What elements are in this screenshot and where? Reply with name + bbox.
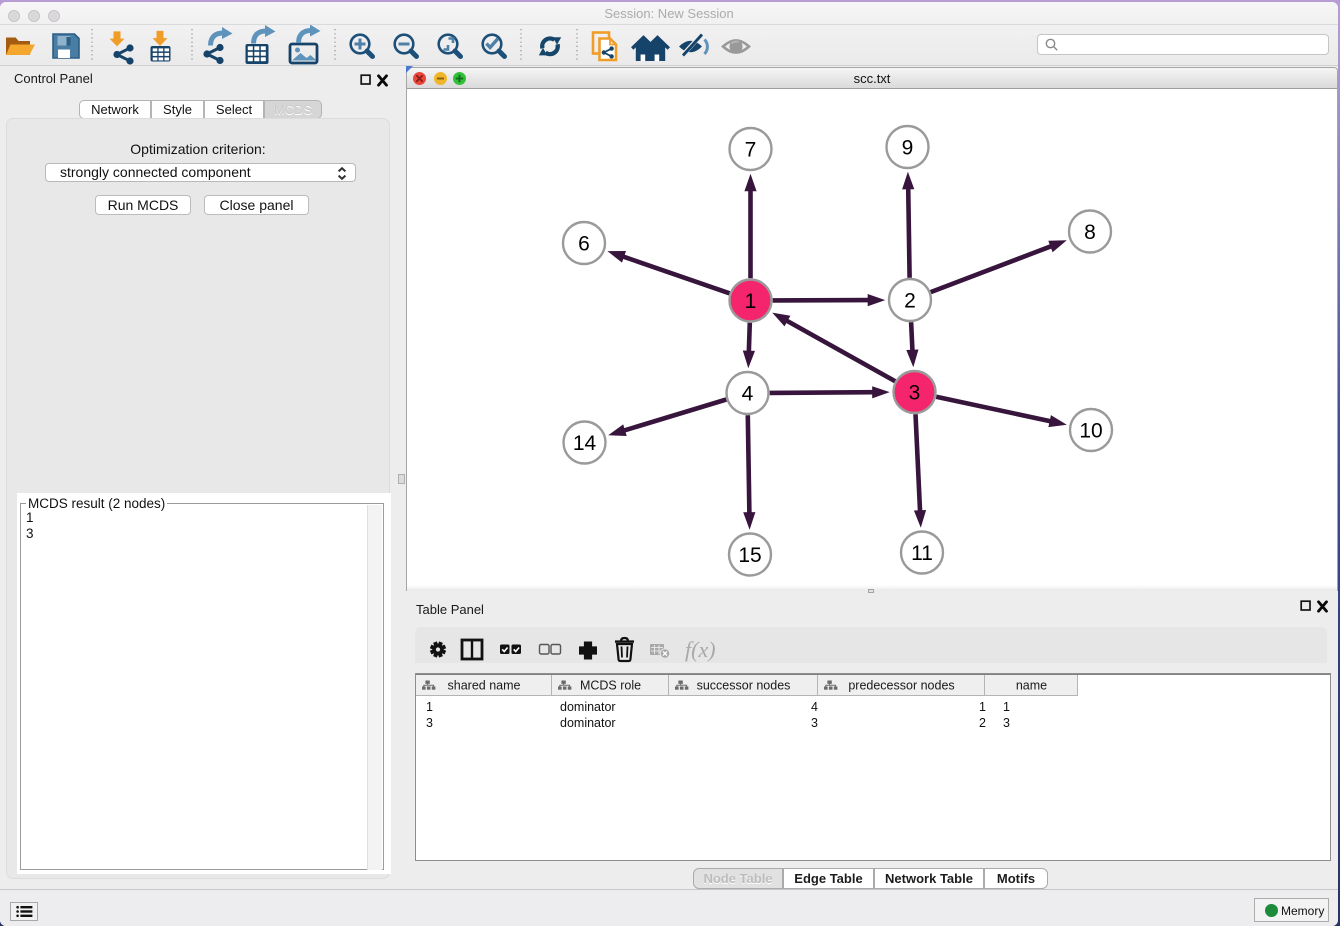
svg-text:7: 7 [745,139,757,162]
svg-text:3: 3 [426,716,433,730]
svg-text:1: 1 [426,700,433,714]
svg-text:2: 2 [904,290,916,313]
svg-text:11: 11 [911,542,933,565]
svg-text:15: 15 [738,544,761,567]
svg-text:1: 1 [1003,700,1010,714]
svg-text:name: name [1016,679,1047,693]
svg-text:6: 6 [578,233,590,256]
svg-text:1: 1 [979,700,986,714]
svg-text:predecessor nodes: predecessor nodes [848,679,954,693]
svg-text:14: 14 [573,432,597,455]
svg-text:f(x): f(x) [685,637,716,662]
svg-text:3: 3 [1003,716,1010,730]
svg-text:8: 8 [1084,221,1096,244]
svg-text:10: 10 [1079,420,1102,443]
svg-text:MCDS role: MCDS role [580,679,641,693]
svg-text:2: 2 [979,716,986,730]
svg-text:dominator: dominator [560,700,616,714]
svg-text:9: 9 [902,137,914,160]
svg-text:3: 3 [811,716,818,730]
svg-text:dominator: dominator [560,716,616,730]
svg-text:successor nodes: successor nodes [697,679,791,693]
svg-text:4: 4 [742,383,754,406]
svg-text:3: 3 [909,382,921,405]
svg-text:1: 1 [745,290,757,313]
svg-text:4: 4 [811,700,818,714]
svg-text:shared name: shared name [448,679,521,693]
